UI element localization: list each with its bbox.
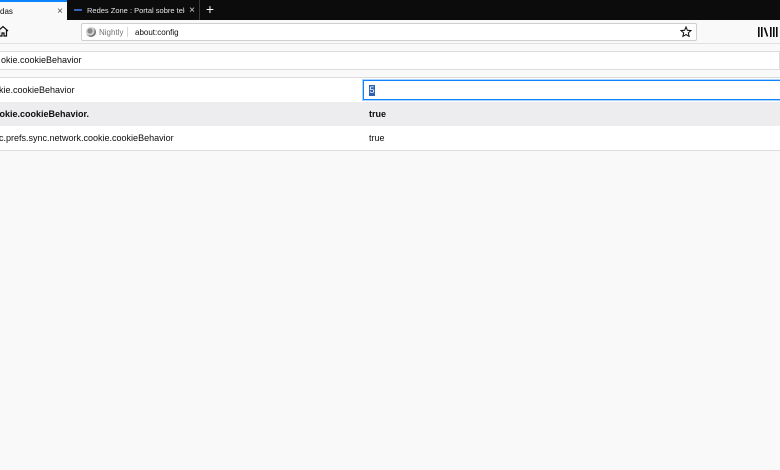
pref-value: true — [369, 133, 385, 143]
search-box[interactable] — [0, 51, 780, 70]
identity-label: Nightly — [99, 27, 124, 37]
tab-title: das — [0, 6, 13, 16]
close-icon[interactable]: × — [53, 6, 67, 17]
identity-box[interactable]: Nightly — [86, 24, 123, 40]
pref-name: nc.prefs.sync.network.cookie.cookieBehav… — [0, 133, 174, 143]
home-icon[interactable] — [0, 24, 10, 38]
new-tab-button[interactable]: + — [202, 1, 218, 19]
search-input[interactable] — [0, 55, 771, 65]
tab-active[interactable]: das × — [0, 0, 67, 20]
star-icon[interactable] — [679, 25, 693, 38]
url-divider — [127, 27, 128, 37]
tab-redes-zone[interactable]: Redes Zone : Portal sobre telec × — [67, 0, 200, 20]
about-config-page: okie.cookieBehavior 5 ookie.cookieBehavi… — [0, 45, 780, 470]
pref-value-editor[interactable]: 5 — [363, 80, 780, 100]
nav-bar: Nightly — [0, 20, 780, 44]
url-input[interactable] — [135, 26, 635, 38]
close-icon[interactable]: × — [185, 5, 199, 16]
url-bar[interactable]: Nightly — [81, 23, 697, 41]
pref-value: true — [369, 109, 387, 119]
tab-title: Redes Zone : Portal sobre telec — [87, 5, 185, 15]
nightly-logo-icon — [86, 27, 96, 37]
library-icon[interactable] — [756, 26, 780, 38]
table-row[interactable]: ookie.cookieBehavior. true — [0, 102, 780, 126]
table-row[interactable]: okie.cookieBehavior 5 — [0, 78, 780, 102]
table-row[interactable]: nc.prefs.sync.network.cookie.cookieBehav… — [0, 126, 780, 150]
prefs-table: okie.cookieBehavior 5 ookie.cookieBehavi… — [0, 77, 780, 151]
pref-value-input[interactable]: 5 — [369, 85, 375, 96]
pref-name: ookie.cookieBehavior. — [0, 109, 90, 119]
tab-strip: das × Redes Zone : Portal sobre telec × … — [0, 0, 780, 20]
pref-name: okie.cookieBehavior — [0, 85, 75, 95]
favicon-icon — [74, 9, 82, 11]
